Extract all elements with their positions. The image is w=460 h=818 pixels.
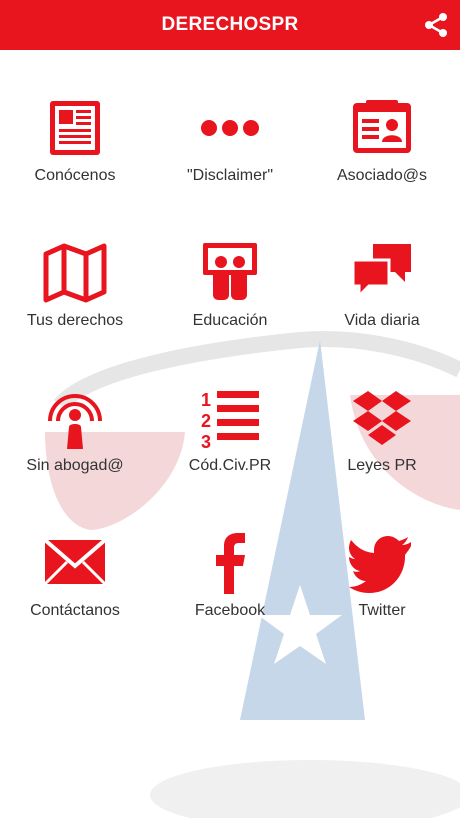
presentation-icon bbox=[197, 240, 263, 306]
app-title: DERECHOSPR bbox=[161, 14, 299, 35]
svg-text:3: 3 bbox=[201, 432, 211, 451]
id-card-icon bbox=[349, 95, 415, 161]
menu-item-label: Tus derechos bbox=[26, 312, 124, 329]
menu-item-label: Facebook bbox=[194, 602, 266, 619]
chat-bubbles-icon bbox=[349, 240, 415, 306]
menu-item-label: Vida diaria bbox=[344, 312, 420, 329]
menu-item-label: Sin abogad@ bbox=[26, 457, 124, 474]
svg-text:2: 2 bbox=[201, 411, 211, 431]
menu-item-leyes-pr[interactable]: Leyes PR bbox=[307, 385, 457, 505]
menu-item-tus-derechos[interactable]: Tus derechos bbox=[0, 240, 150, 360]
menu-item-label: Educación bbox=[192, 312, 268, 329]
podcast-icon bbox=[42, 385, 108, 451]
facebook-icon bbox=[197, 530, 263, 596]
menu-item-disclaimer[interactable]: "Disclaimer" bbox=[155, 95, 305, 215]
menu-item-conocenos[interactable]: Conócenos bbox=[0, 95, 150, 215]
menu-item-cod-civ[interactable]: 1 2 3 Cód.Civ.PR bbox=[155, 385, 305, 505]
menu-item-sin-abogado[interactable]: Sin abogad@ bbox=[0, 385, 150, 505]
menu-item-label: Conócenos bbox=[34, 167, 116, 184]
menu-item-label: "Disclaimer" bbox=[186, 167, 274, 184]
numbered-list-icon: 1 2 3 bbox=[197, 385, 263, 451]
svg-text:1: 1 bbox=[201, 390, 211, 410]
menu-grid: Conócenos "Disclaimer" Asociado@s Tus de… bbox=[0, 50, 460, 818]
map-icon bbox=[42, 240, 108, 306]
menu-item-label: Contáctanos bbox=[30, 602, 120, 619]
share-icon[interactable] bbox=[422, 11, 450, 39]
menu-item-asociados[interactable]: Asociado@s bbox=[307, 95, 457, 215]
ellipsis-icon bbox=[197, 95, 263, 161]
envelope-icon bbox=[42, 530, 108, 596]
menu-item-label: Twitter bbox=[358, 602, 406, 619]
menu-item-twitter[interactable]: Twitter bbox=[307, 530, 457, 650]
twitter-icon bbox=[349, 530, 415, 596]
menu-item-facebook[interactable]: Facebook bbox=[155, 530, 305, 650]
app-header: DERECHOSPR bbox=[0, 0, 460, 50]
menu-item-contactanos[interactable]: Contáctanos bbox=[0, 530, 150, 650]
menu-item-label: Leyes PR bbox=[347, 457, 417, 474]
menu-item-label: Cód.Civ.PR bbox=[188, 457, 272, 474]
menu-item-educacion[interactable]: Educación bbox=[155, 240, 305, 360]
dropbox-icon bbox=[349, 385, 415, 451]
menu-item-vida-diaria[interactable]: Vida diaria bbox=[307, 240, 457, 360]
newspaper-icon bbox=[42, 95, 108, 161]
menu-item-label: Asociado@s bbox=[336, 167, 428, 184]
